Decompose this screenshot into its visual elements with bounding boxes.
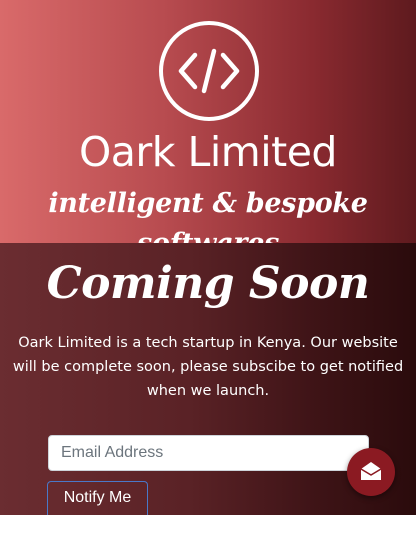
hero-header: Oark Limited intelligent & bespoke softw… (0, 0, 416, 259)
description-text: Oark Limited is a tech startup in Kenya.… (12, 335, 404, 399)
logo (159, 21, 259, 121)
page-title: Coming Soon (46, 258, 370, 309)
code-icon (178, 48, 240, 94)
envelope-open-icon (360, 462, 382, 480)
email-field[interactable] (48, 435, 369, 471)
contact-fab-button[interactable] (347, 448, 395, 496)
brand-name: Oark Limited (79, 128, 337, 176)
notify-button[interactable]: Notify Me (47, 481, 148, 515)
